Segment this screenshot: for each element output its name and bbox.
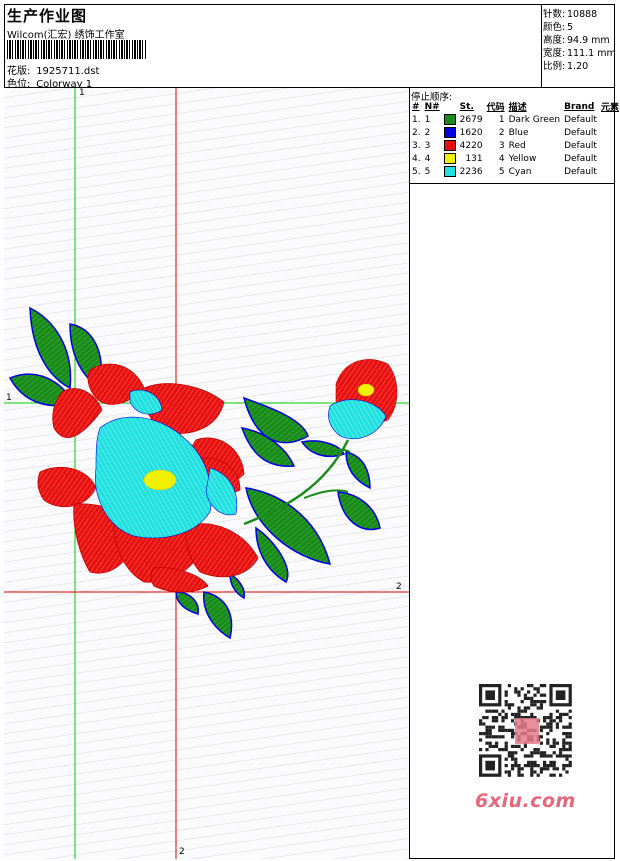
stat-scale: 比例: 1.20 [543, 61, 589, 72]
row-swatch [442, 126, 458, 139]
color-swatch [443, 114, 456, 125]
thread-row: 2. 2 1620 2 Blue Default [410, 126, 620, 139]
row-needle: 3 [424, 140, 431, 151]
row-code: 4 [498, 153, 505, 164]
col-code: 代码 [486, 103, 505, 113]
barcode [7, 40, 147, 59]
row-order: 1. [412, 114, 421, 125]
row-order: 2. [412, 127, 421, 138]
col-needle: N# [424, 101, 440, 112]
col-desc: 描述 [508, 103, 527, 113]
color-swatch [443, 127, 456, 138]
row-swatch [442, 152, 458, 165]
row-desc: Red [508, 140, 526, 151]
small-flower [328, 359, 398, 440]
stat-height: 高度: 94.9 mm [543, 35, 610, 46]
design-stats: 针数: 10888 颜色: 5 高度: 94.9 mm 宽度: 111.1 mm 比例:… [541, 4, 616, 88]
row-brand: Default [564, 166, 597, 177]
color-swatch [443, 153, 456, 164]
col-order: # [412, 101, 420, 112]
thread-row: 5. 5 2236 5 Cyan Default [410, 165, 620, 178]
row-code: 3 [498, 140, 505, 151]
stat-width: 宽度: 111.1 mm [543, 48, 616, 59]
watermark-badge [515, 718, 539, 744]
row-code: 5 [498, 166, 505, 177]
embroidery-artwork [4, 88, 409, 859]
row-stitches: 2236 [459, 166, 483, 177]
row-needle: 5 [424, 166, 431, 177]
row-element [599, 139, 620, 152]
main-flower-yellow [143, 469, 177, 491]
row-swatch [442, 113, 458, 126]
color-swatch [443, 166, 456, 177]
row-brand: Default [564, 153, 597, 164]
row-brand: Default [564, 140, 597, 151]
row-code: 2 [498, 127, 505, 138]
guide-label-left-1: 1 [6, 393, 12, 403]
row-brand: Default [564, 114, 597, 125]
row-code: 1 [498, 114, 505, 125]
row-stitches: 4220 [459, 140, 483, 151]
row-desc: Cyan [508, 166, 532, 177]
row-stitches: 2679 [459, 114, 483, 125]
stat-stitches: 针数: 10888 [543, 9, 598, 20]
embroidery-design-area: 1 1 2 2 [4, 88, 410, 859]
page-title: 生产作业图 [7, 7, 88, 25]
col-stitches: St. [459, 101, 474, 112]
row-element [599, 113, 620, 126]
row-needle: 2 [424, 127, 431, 138]
row-desc: Dark Green [508, 114, 561, 125]
stat-colors: 颜色: 5 [543, 22, 574, 33]
color-swatch [443, 140, 456, 151]
row-element [599, 126, 620, 139]
studio-name: Wilcom(汇宏) 绣饰工作室 [7, 30, 125, 41]
row-stitches: 1620 [459, 127, 483, 138]
row-needle: 4 [424, 153, 431, 164]
row-order: 5. [412, 166, 421, 177]
row-element [599, 165, 620, 178]
guide-label-bottom-2: 2 [179, 847, 185, 857]
thread-row: 3. 3 4220 3 Red Default [410, 139, 620, 152]
col-color [442, 100, 458, 113]
row-stitches: 131 [465, 153, 483, 164]
row-brand: Default [564, 127, 597, 138]
row-needle: 1 [424, 114, 431, 125]
row-order: 3. [412, 140, 421, 151]
thread-table-header: # N# St. 代码 描述 Brand 元素 [410, 100, 620, 114]
row-desc: Yellow [508, 153, 537, 164]
row-order: 4. [412, 153, 421, 164]
header-info: 生产作业图 Wilcom(汇宏) 绣饰工作室 花版: 1925711.dst 色… [4, 4, 542, 90]
row-element [599, 152, 620, 165]
col-brand: Brand [564, 101, 595, 112]
guide-label-top-1: 1 [79, 88, 85, 98]
col-element: 元素 [600, 103, 619, 113]
thread-row: 1. 1 2679 1 Dark Green Default [410, 113, 620, 126]
thread-row: 4. 4 131 4 Yellow Default [410, 152, 620, 165]
thread-table: # N# St. 代码 描述 Brand 元素 1. 1 2679 1 Dark Gre… [410, 100, 620, 178]
thread-panel-header: 停止顺序: # N# St. 代码 描述 Brand 元素 1. 1 2679 1 Da… [409, 88, 619, 184]
watermark-text: 6xiu.com [475, 790, 576, 812]
row-swatch [442, 165, 458, 178]
guide-label-right-2: 2 [396, 582, 402, 592]
row-desc: Blue [508, 127, 529, 138]
row-swatch [442, 139, 458, 152]
